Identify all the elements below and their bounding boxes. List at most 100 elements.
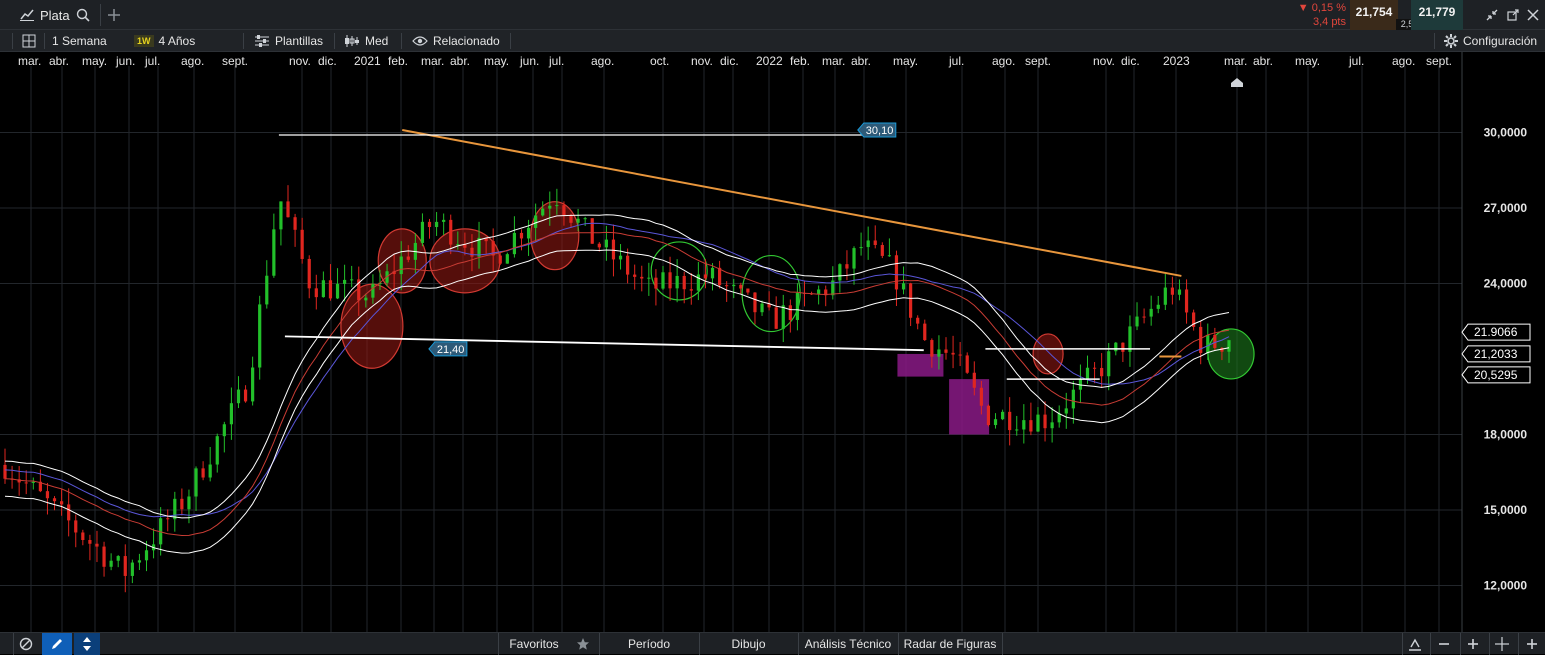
circle-slash-icon[interactable] xyxy=(19,637,33,651)
candle-body xyxy=(343,279,347,284)
candle-body xyxy=(640,276,644,279)
templates-label: Plantillas xyxy=(275,34,324,48)
candle-body xyxy=(1064,408,1068,414)
x-tick-label: dic. xyxy=(720,54,739,68)
price-chart[interactable]: mar. abr. may. jun. jul. ago. sept. nov. dic. 202… xyxy=(0,52,1545,632)
candle-body xyxy=(576,218,580,223)
candle-body xyxy=(590,218,594,244)
tab-bar: Plata ▼ 0,15 % 3,4 pts 21,754 2,5 21,779 xyxy=(0,0,1545,30)
candle-body xyxy=(512,232,517,255)
candle-body xyxy=(668,272,672,289)
ask-box[interactable]: 21,779 xyxy=(1411,0,1463,30)
layout-grid-icon[interactable] xyxy=(22,34,36,48)
minus-icon[interactable] xyxy=(1437,637,1451,651)
bid-box[interactable]: 21,754 xyxy=(1350,0,1398,30)
candle-body xyxy=(604,239,608,248)
red-highlight-circle xyxy=(530,201,580,271)
zoom-fit-icon[interactable] xyxy=(1408,637,1422,651)
y-tick-label: 27,0000 xyxy=(1484,201,1528,215)
candle-body xyxy=(67,504,71,521)
candle-body xyxy=(130,562,134,576)
candle-body xyxy=(74,520,78,533)
candle-body xyxy=(979,387,983,406)
chart-canvas[interactable]: mar. abr. may. jun. jul. ago. sept. nov. dic. 202… xyxy=(0,52,1545,632)
x-tick-label: abr. xyxy=(1253,54,1273,68)
star-icon[interactable] xyxy=(576,637,590,651)
y-tick-label: 12,0000 xyxy=(1484,578,1528,592)
candle-body xyxy=(1036,414,1040,432)
x-tick-label: jul. xyxy=(144,54,160,68)
popout-icon[interactable] xyxy=(1507,9,1519,21)
x-tick-label: ago. xyxy=(1392,54,1415,68)
x-tick-label: mar. xyxy=(421,54,444,68)
candle-body xyxy=(894,255,899,290)
plus-icon[interactable] xyxy=(1466,637,1480,651)
candle-body xyxy=(1029,420,1033,432)
pattern-radar-button[interactable]: Radar de Figuras xyxy=(899,633,1001,655)
candle-body xyxy=(505,254,509,264)
candle-body xyxy=(300,229,304,259)
crosshair-icon[interactable] xyxy=(1495,637,1509,651)
period-button[interactable]: Período xyxy=(600,633,698,655)
candle-body xyxy=(3,464,7,479)
candle-body xyxy=(180,498,184,510)
settings-button[interactable]: Configuración xyxy=(1444,30,1537,52)
instrument-tab[interactable]: Plata xyxy=(14,0,104,30)
price-tag-high: 30,10 xyxy=(857,122,897,138)
price-type-label: Med xyxy=(365,34,389,48)
candle-body xyxy=(583,218,587,220)
x-tick-label: ago. xyxy=(591,54,614,68)
x-tick-label: abr. xyxy=(450,54,470,68)
candle-body xyxy=(534,215,538,228)
timeframe-label: 1 Semana xyxy=(52,34,107,48)
candle-body xyxy=(95,543,99,547)
candle-body xyxy=(243,389,248,402)
indicator-label-text: 21,2033 xyxy=(1474,347,1518,361)
candle-body xyxy=(208,464,212,478)
technical-analysis-button[interactable]: Análisis Técnico xyxy=(799,633,897,655)
y-tick-label: 18,0000 xyxy=(1484,427,1528,441)
x-tick-label: feb. xyxy=(790,54,810,68)
y-tick-label: 24,0000 xyxy=(1484,276,1528,290)
plus-icon[interactable] xyxy=(107,8,121,22)
templates-button[interactable]: Plantillas xyxy=(254,30,323,52)
candle-body xyxy=(795,292,800,320)
related-label: Relacionado xyxy=(433,34,500,48)
candle-body xyxy=(1107,351,1111,377)
candle-body xyxy=(442,219,446,222)
candle-body xyxy=(434,221,439,228)
timeframe-selector[interactable]: 1 Semana xyxy=(52,30,107,52)
change-box: ▼ 0,15 % 3,4 pts xyxy=(1288,0,1348,30)
candle-body xyxy=(187,496,191,510)
range-label: 4 Años xyxy=(158,34,196,48)
gear-icon xyxy=(1444,34,1458,48)
candle-body xyxy=(732,284,736,287)
candle-body xyxy=(838,264,842,281)
candle-body xyxy=(930,340,934,357)
search-icon[interactable] xyxy=(76,8,90,22)
favorites-button[interactable]: Favoritos xyxy=(499,633,569,655)
x-tick-label: 2022 xyxy=(756,54,783,68)
technical-label: Análisis Técnico xyxy=(804,637,892,651)
candle-body xyxy=(31,481,35,483)
candle-body xyxy=(852,248,856,269)
close-icon[interactable] xyxy=(1527,9,1539,21)
compress-icon[interactable] xyxy=(1486,9,1498,21)
draw-tool-button[interactable] xyxy=(42,633,72,655)
drawing-button[interactable]: Dibujo xyxy=(700,633,797,655)
x-tick-label: jul. xyxy=(548,54,564,68)
price-type-button[interactable]: Med xyxy=(344,30,388,52)
x-tick-label: mar. xyxy=(1224,54,1247,68)
candle-body xyxy=(364,297,368,301)
related-button[interactable]: Relacionado xyxy=(412,30,500,52)
candle-body xyxy=(1092,367,1097,369)
candle-body xyxy=(873,240,877,246)
sync-button[interactable] xyxy=(74,633,100,655)
candle-body xyxy=(901,283,906,290)
x-tick-label: feb. xyxy=(388,54,408,68)
x-tick-label: mar. xyxy=(18,54,41,68)
plus-icon[interactable] xyxy=(1525,637,1539,651)
candle-body xyxy=(470,247,474,257)
eye-icon xyxy=(412,36,428,46)
range-selector[interactable]: 1W 4 Años xyxy=(134,30,195,52)
